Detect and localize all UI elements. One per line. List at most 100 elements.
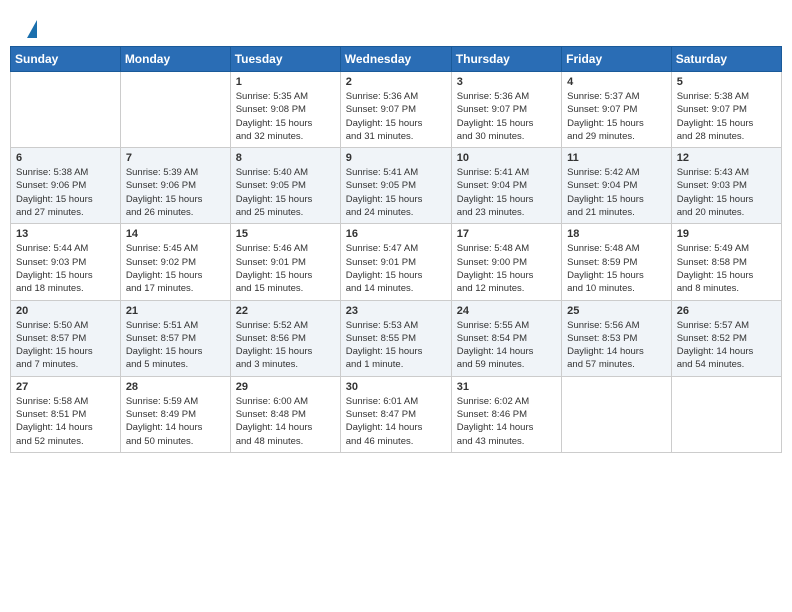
- calendar-day-cell: 29Sunrise: 6:00 AMSunset: 8:48 PMDayligh…: [230, 376, 340, 452]
- calendar-day-cell: 3 Sunrise: 5:36 AMSunset: 9:07 PMDaylight…: [451, 72, 561, 148]
- day-info: Sunrise: 5:38 AMSunset: 9:06 PMDaylight:…: [16, 166, 115, 219]
- weekday-header: Thursday: [451, 47, 561, 72]
- day-number: 2: [346, 76, 446, 88]
- day-number: 26: [677, 305, 776, 317]
- calendar-week-row: 27 Sunrise: 5:58 AMSunset: 8:51 PMDayligh…: [11, 376, 782, 452]
- weekday-header: Sunday: [11, 47, 121, 72]
- day-info: Sunrise: 5:38 AMSunset: 9:07 PMDaylight:…: [677, 90, 776, 143]
- day-info: Sunrise: 5:59 AMSunset: 8:49 PMDaylight:…: [126, 395, 225, 448]
- calendar-day-cell: 25Sunrise: 5:56 AMSunset: 8:53 PMDayligh…: [562, 300, 672, 376]
- day-number: 5: [677, 76, 776, 88]
- calendar-day-cell: 17Sunrise: 5:48 AMSunset: 9:00 PMDayligh…: [451, 224, 561, 300]
- calendar-day-cell: 16 Sunrise: 5:47 AMSunset: 9:01 PMDayligh…: [340, 224, 451, 300]
- day-number: 14: [126, 228, 225, 240]
- day-number: 15: [236, 228, 335, 240]
- day-info: Sunrise: 5:57 AMSunset: 8:52 PMDaylight:…: [677, 319, 776, 372]
- day-info: Sunrise: 5:42 AMSunset: 9:04 PMDaylight:…: [567, 166, 666, 219]
- page-header: [10, 10, 782, 41]
- day-info: Sunrise: 5:47 AMSunset: 9:01 PMDaylight:…: [346, 242, 446, 295]
- day-info: Sunrise: 5:55 AMSunset: 8:54 PMDaylight:…: [457, 319, 556, 372]
- calendar-day-cell: 21 Sunrise: 5:51 AMSunset: 8:57 PMDayligh…: [120, 300, 230, 376]
- day-number: 10: [457, 152, 556, 164]
- day-info: Sunrise: 6:00 AMSunset: 8:48 PMDaylight:…: [236, 395, 335, 448]
- day-info: Sunrise: 5:49 AMSunset: 8:58 PMDaylight:…: [677, 242, 776, 295]
- day-info: Sunrise: 5:46 AMSunset: 9:01 PMDaylight:…: [236, 242, 335, 295]
- logo-triangle-icon: [27, 20, 37, 38]
- day-info: Sunrise: 5:44 AMSunset: 9:03 PMDaylight:…: [16, 242, 115, 295]
- day-info: Sunrise: 5:58 AMSunset: 8:51 PMDaylight:…: [16, 395, 115, 448]
- day-info: Sunrise: 5:41 AMSunset: 9:04 PMDaylight:…: [457, 166, 556, 219]
- day-info: Sunrise: 5:40 AMSunset: 9:05 PMDaylight:…: [236, 166, 335, 219]
- day-number: 22: [236, 305, 335, 317]
- calendar-day-cell: 27 Sunrise: 5:58 AMSunset: 8:51 PMDayligh…: [11, 376, 121, 452]
- calendar-day-cell: 1 Sunrise: 5:35 AMSunset: 9:08 PMDaylight…: [230, 72, 340, 148]
- weekday-header: Wednesday: [340, 47, 451, 72]
- calendar-day-cell: 23 Sunrise: 5:53 AMSunset: 8:55 PMDayligh…: [340, 300, 451, 376]
- calendar-week-row: 20 Sunrise: 5:50 AMSunset: 8:57 PMDayligh…: [11, 300, 782, 376]
- day-info: Sunrise: 6:02 AMSunset: 8:46 PMDaylight:…: [457, 395, 556, 448]
- weekday-header: Saturday: [671, 47, 781, 72]
- calendar-day-cell: 5 Sunrise: 5:38 AMSunset: 9:07 PMDaylight…: [671, 72, 781, 148]
- calendar-day-cell: 18Sunrise: 5:48 AMSunset: 8:59 PMDayligh…: [562, 224, 672, 300]
- calendar-day-cell: 22 Sunrise: 5:52 AMSunset: 8:56 PMDayligh…: [230, 300, 340, 376]
- day-number: 3: [457, 76, 556, 88]
- calendar-day-cell: 11 Sunrise: 5:42 AMSunset: 9:04 PMDayligh…: [562, 148, 672, 224]
- day-number: 27: [16, 381, 115, 393]
- calendar-day-cell: 9Sunrise: 5:41 AMSunset: 9:05 PMDaylight…: [340, 148, 451, 224]
- calendar-day-cell: 24 Sunrise: 5:55 AMSunset: 8:54 PMDayligh…: [451, 300, 561, 376]
- calendar-day-cell: 26 Sunrise: 5:57 AMSunset: 8:52 PMDayligh…: [671, 300, 781, 376]
- day-number: 24: [457, 305, 556, 317]
- calendar-day-cell: 19Sunrise: 5:49 AMSunset: 8:58 PMDayligh…: [671, 224, 781, 300]
- calendar-day-cell: 4 Sunrise: 5:37 AMSunset: 9:07 PMDaylight…: [562, 72, 672, 148]
- day-number: 30: [346, 381, 446, 393]
- day-info: Sunrise: 5:53 AMSunset: 8:55 PMDaylight:…: [346, 319, 446, 372]
- day-number: 31: [457, 381, 556, 393]
- day-number: 4: [567, 76, 666, 88]
- calendar-week-row: 13 Sunrise: 5:44 AMSunset: 9:03 PMDayligh…: [11, 224, 782, 300]
- calendar-day-cell: 28 Sunrise: 5:59 AMSunset: 8:49 PMDayligh…: [120, 376, 230, 452]
- day-number: 13: [16, 228, 115, 240]
- weekday-header: Tuesday: [230, 47, 340, 72]
- day-info: Sunrise: 5:48 AMSunset: 8:59 PMDaylight:…: [567, 242, 666, 295]
- day-number: 8: [236, 152, 335, 164]
- calendar-week-row: 6Sunrise: 5:38 AMSunset: 9:06 PMDaylight…: [11, 148, 782, 224]
- logo: [25, 20, 37, 36]
- calendar-table: SundayMondayTuesdayWednesdayThursdayFrid…: [10, 46, 782, 453]
- day-number: 1: [236, 76, 335, 88]
- calendar-header-row: SundayMondayTuesdayWednesdayThursdayFrid…: [11, 47, 782, 72]
- calendar-day-cell: 7Sunrise: 5:39 AMSunset: 9:06 PMDaylight…: [120, 148, 230, 224]
- calendar-day-cell: 15 Sunrise: 5:46 AMSunset: 9:01 PMDayligh…: [230, 224, 340, 300]
- day-number: 17: [457, 228, 556, 240]
- weekday-header: Friday: [562, 47, 672, 72]
- day-info: Sunrise: 5:36 AMSunset: 9:07 PMDaylight:…: [457, 90, 556, 143]
- calendar-day-cell: 10 Sunrise: 5:41 AMSunset: 9:04 PMDayligh…: [451, 148, 561, 224]
- day-info: Sunrise: 5:35 AMSunset: 9:08 PMDaylight:…: [236, 90, 335, 143]
- day-info: Sunrise: 5:56 AMSunset: 8:53 PMDaylight:…: [567, 319, 666, 372]
- day-info: Sunrise: 5:51 AMSunset: 8:57 PMDaylight:…: [126, 319, 225, 372]
- day-info: Sunrise: 5:45 AMSunset: 9:02 PMDaylight:…: [126, 242, 225, 295]
- calendar-day-cell: [562, 376, 672, 452]
- day-info: Sunrise: 5:37 AMSunset: 9:07 PMDaylight:…: [567, 90, 666, 143]
- day-number: 11: [567, 152, 666, 164]
- day-number: 20: [16, 305, 115, 317]
- calendar-day-cell: 31 Sunrise: 6:02 AMSunset: 8:46 PMDayligh…: [451, 376, 561, 452]
- day-info: Sunrise: 5:39 AMSunset: 9:06 PMDaylight:…: [126, 166, 225, 219]
- day-info: Sunrise: 6:01 AMSunset: 8:47 PMDaylight:…: [346, 395, 446, 448]
- calendar-day-cell: 20 Sunrise: 5:50 AMSunset: 8:57 PMDayligh…: [11, 300, 121, 376]
- day-number: 12: [677, 152, 776, 164]
- calendar-day-cell: 13 Sunrise: 5:44 AMSunset: 9:03 PMDayligh…: [11, 224, 121, 300]
- day-number: 16: [346, 228, 446, 240]
- day-info: Sunrise: 5:36 AMSunset: 9:07 PMDaylight:…: [346, 90, 446, 143]
- day-info: Sunrise: 5:50 AMSunset: 8:57 PMDaylight:…: [16, 319, 115, 372]
- day-number: 23: [346, 305, 446, 317]
- day-info: Sunrise: 5:41 AMSunset: 9:05 PMDaylight:…: [346, 166, 446, 219]
- day-number: 21: [126, 305, 225, 317]
- calendar-day-cell: [120, 72, 230, 148]
- calendar-day-cell: 2 Sunrise: 5:36 AMSunset: 9:07 PMDaylight…: [340, 72, 451, 148]
- day-info: Sunrise: 5:43 AMSunset: 9:03 PMDaylight:…: [677, 166, 776, 219]
- day-number: 28: [126, 381, 225, 393]
- calendar-day-cell: 8 Sunrise: 5:40 AMSunset: 9:05 PMDaylight…: [230, 148, 340, 224]
- weekday-header: Monday: [120, 47, 230, 72]
- calendar-day-cell: 14 Sunrise: 5:45 AMSunset: 9:02 PMDayligh…: [120, 224, 230, 300]
- day-info: Sunrise: 5:52 AMSunset: 8:56 PMDaylight:…: [236, 319, 335, 372]
